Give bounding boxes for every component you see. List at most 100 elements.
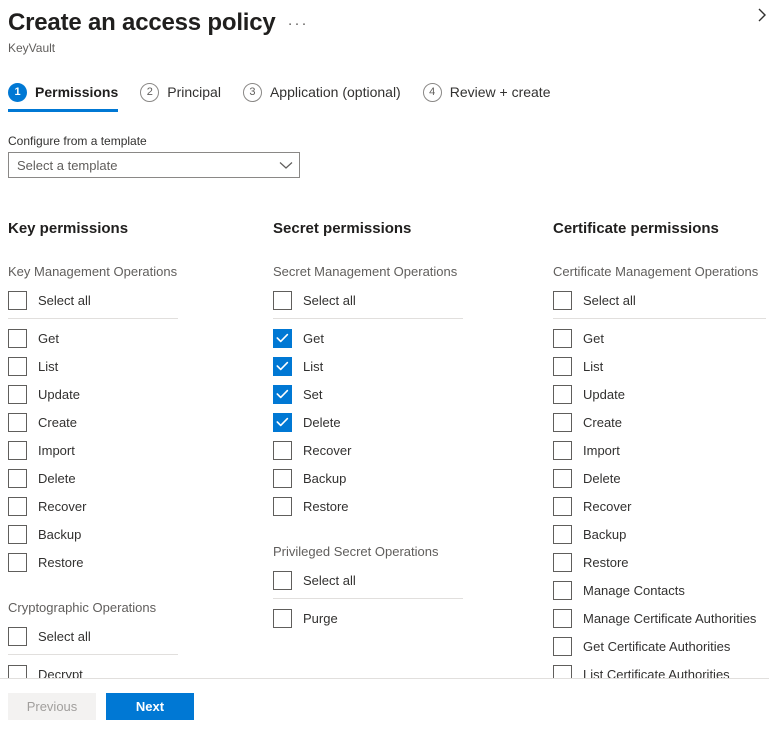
checkbox-unchecked-icon[interactable] — [273, 497, 292, 516]
checkbox-checked-icon[interactable] — [273, 385, 292, 404]
permission-checkbox-row-delete[interactable]: Delete — [553, 464, 769, 492]
column-heading: Secret permissions — [273, 220, 553, 237]
permission-checkbox-row-recover[interactable]: Recover — [273, 436, 553, 464]
permission-label: Backup — [303, 471, 346, 486]
checkbox-unchecked-icon[interactable] — [273, 291, 292, 310]
permission-checkbox-row-delete[interactable]: Delete — [8, 464, 273, 492]
checkbox-unchecked-icon[interactable] — [273, 469, 292, 488]
checkbox-unchecked-icon[interactable] — [553, 525, 572, 544]
divider — [8, 318, 178, 319]
permission-checkbox-row-list[interactable]: List — [553, 352, 769, 380]
permission-checkbox-row-get[interactable]: Get — [8, 324, 273, 352]
checkbox-unchecked-icon[interactable] — [553, 385, 572, 404]
checkbox-unchecked-icon[interactable] — [273, 609, 292, 628]
template-select[interactable]: Select a template — [8, 152, 300, 178]
checkbox-unchecked-icon[interactable] — [8, 357, 27, 376]
tab-review-create[interactable]: 4 Review + create — [423, 78, 551, 112]
checkbox-unchecked-icon[interactable] — [8, 329, 27, 348]
checkbox-unchecked-icon[interactable] — [553, 665, 572, 680]
permission-label: List — [38, 359, 58, 374]
permission-checkbox-row-restore[interactable]: Restore — [273, 492, 553, 520]
permission-label: Manage Contacts — [583, 583, 685, 598]
checkbox-unchecked-icon[interactable] — [273, 571, 292, 590]
permission-checkbox-row-list-certificate-authorities[interactable]: List Certificate Authorities — [553, 660, 769, 679]
checkbox-unchecked-icon[interactable] — [553, 469, 572, 488]
permission-checkbox-row-set[interactable]: Set — [273, 380, 553, 408]
checkbox-checked-icon[interactable] — [273, 357, 292, 376]
checkbox-unchecked-icon[interactable] — [553, 329, 572, 348]
chevron-right-icon[interactable] — [749, 2, 769, 28]
tab-principal[interactable]: 2 Principal — [140, 78, 221, 112]
page-title: Create an access policy — [8, 8, 276, 38]
permission-checkbox-row-recover[interactable]: Recover — [8, 492, 273, 520]
more-options-button[interactable]: ··· — [288, 18, 309, 30]
permission-checkbox-row-backup[interactable]: Backup — [553, 520, 769, 548]
secret-permissions-column: Secret permissionsSecret Management Oper… — [273, 220, 553, 679]
permission-checkbox-row-manage-certificate-authorities[interactable]: Manage Certificate Authorities — [553, 604, 769, 632]
permission-checkbox-row-update[interactable]: Update — [553, 380, 769, 408]
previous-button[interactable]: Previous — [8, 693, 96, 720]
permission-checkbox-row-update[interactable]: Update — [8, 380, 273, 408]
select-all-checkbox-row-select-all[interactable]: Select all — [273, 286, 553, 314]
checkbox-unchecked-icon[interactable] — [8, 525, 27, 544]
checkbox-unchecked-icon[interactable] — [553, 581, 572, 600]
checkbox-unchecked-icon[interactable] — [553, 637, 572, 656]
permission-label: Select all — [303, 293, 356, 308]
select-all-checkbox-row-select-all[interactable]: Select all — [553, 286, 769, 314]
wizard-footer: Previous Next — [0, 679, 769, 733]
checkbox-unchecked-icon[interactable] — [553, 609, 572, 628]
tab-application[interactable]: 3 Application (optional) — [243, 78, 401, 112]
divider — [273, 318, 463, 319]
checkbox-unchecked-icon[interactable] — [8, 469, 27, 488]
select-all-checkbox-row-select-all[interactable]: Select all — [273, 566, 553, 594]
checkbox-unchecked-icon[interactable] — [8, 665, 27, 680]
permission-checkbox-row-restore[interactable]: Restore — [8, 548, 273, 576]
next-button[interactable]: Next — [106, 693, 194, 720]
checkbox-checked-icon[interactable] — [273, 329, 292, 348]
checkbox-unchecked-icon[interactable] — [553, 441, 572, 460]
tab-permissions[interactable]: 1 Permissions — [8, 78, 118, 112]
permission-checkbox-row-get-certificate-authorities[interactable]: Get Certificate Authorities — [553, 632, 769, 660]
permission-label: Recover — [583, 499, 631, 514]
select-all-checkbox-row-select-all[interactable]: Select all — [8, 622, 273, 650]
permission-checkbox-row-import[interactable]: Import — [8, 436, 273, 464]
checkbox-unchecked-icon[interactable] — [553, 291, 572, 310]
permission-checkbox-row-list[interactable]: List — [273, 352, 553, 380]
permission-checkbox-row-list[interactable]: List — [8, 352, 273, 380]
checkbox-unchecked-icon[interactable] — [8, 291, 27, 310]
permission-checkbox-row-decrypt[interactable]: Decrypt — [8, 660, 273, 679]
permission-checkbox-row-get[interactable]: Get — [553, 324, 769, 352]
permission-label: Import — [583, 443, 620, 458]
permission-label: Select all — [303, 573, 356, 588]
checkbox-unchecked-icon[interactable] — [553, 553, 572, 572]
permission-checkbox-row-recover[interactable]: Recover — [553, 492, 769, 520]
permission-checkbox-row-backup[interactable]: Backup — [8, 520, 273, 548]
permission-checkbox-row-import[interactable]: Import — [553, 436, 769, 464]
checkbox-unchecked-icon[interactable] — [273, 441, 292, 460]
permission-checkbox-row-get[interactable]: Get — [273, 324, 553, 352]
permission-label: Restore — [303, 499, 349, 514]
permission-checkbox-row-create[interactable]: Create — [8, 408, 273, 436]
checkbox-unchecked-icon[interactable] — [8, 413, 27, 432]
tab-label: Application (optional) — [270, 84, 401, 100]
checkbox-unchecked-icon[interactable] — [553, 357, 572, 376]
checkbox-unchecked-icon[interactable] — [8, 441, 27, 460]
permission-checkbox-row-create[interactable]: Create — [553, 408, 769, 436]
checkbox-unchecked-icon[interactable] — [8, 627, 27, 646]
checkbox-unchecked-icon[interactable] — [553, 413, 572, 432]
permission-label: Recover — [38, 499, 86, 514]
permission-label: Backup — [38, 527, 81, 542]
certificate-permissions-column: Certificate permissionsCertificate Manag… — [553, 220, 769, 679]
checkbox-unchecked-icon[interactable] — [8, 497, 27, 516]
permission-checkbox-row-delete[interactable]: Delete — [273, 408, 553, 436]
checkbox-checked-icon[interactable] — [273, 413, 292, 432]
permission-checkbox-row-manage-contacts[interactable]: Manage Contacts — [553, 576, 769, 604]
permission-checkbox-row-purge[interactable]: Purge — [273, 604, 553, 632]
checkbox-unchecked-icon[interactable] — [8, 385, 27, 404]
permission-checkbox-row-backup[interactable]: Backup — [273, 464, 553, 492]
permission-label: Select all — [38, 629, 91, 644]
select-all-checkbox-row-select-all[interactable]: Select all — [8, 286, 273, 314]
permission-checkbox-row-restore[interactable]: Restore — [553, 548, 769, 576]
checkbox-unchecked-icon[interactable] — [8, 553, 27, 572]
checkbox-unchecked-icon[interactable] — [553, 497, 572, 516]
